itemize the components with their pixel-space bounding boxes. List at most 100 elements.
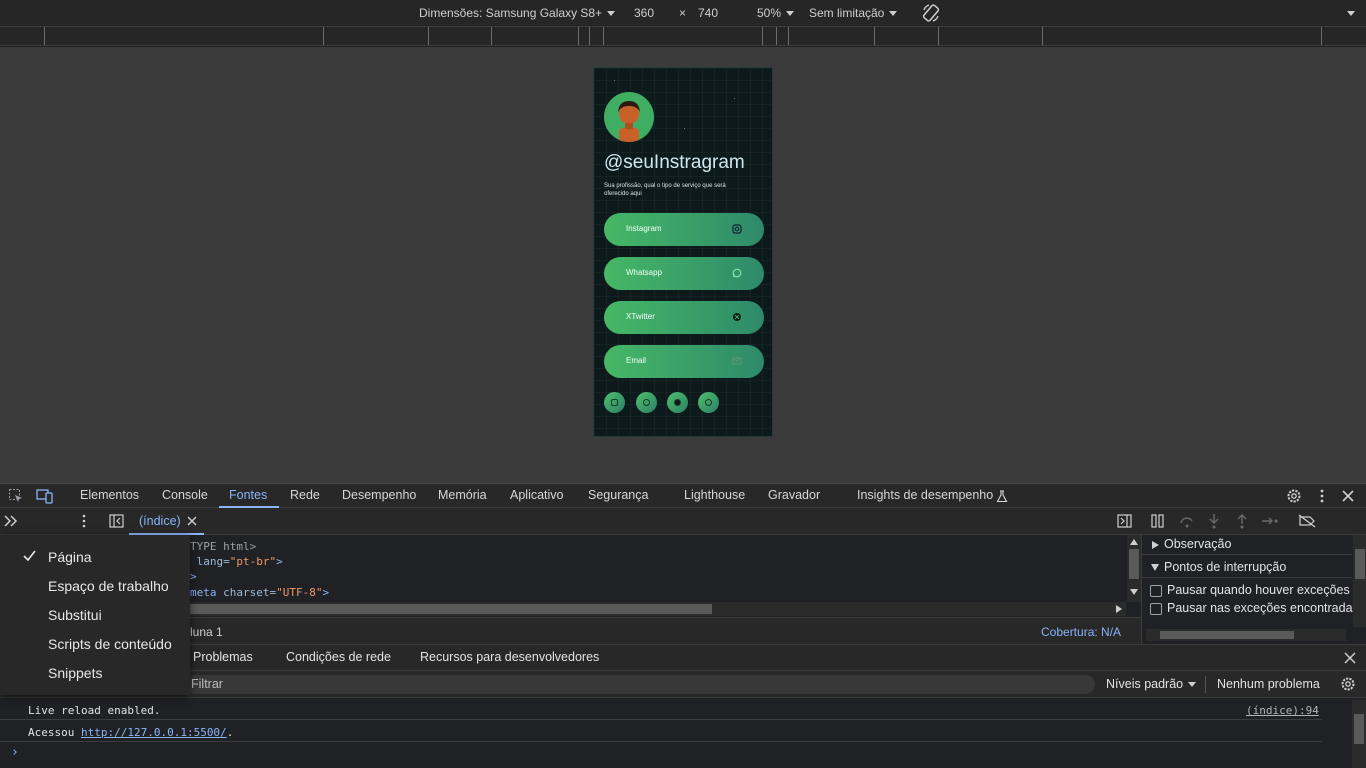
console-settings-icon[interactable] (1340, 676, 1356, 692)
throttle-label: Sem limitação (809, 6, 885, 20)
social-email-button[interactable] (698, 392, 719, 413)
file-tab-indice[interactable]: (índice) (129, 508, 204, 535)
message-suffix: . (226, 726, 234, 739)
chevron-down-icon (1188, 682, 1197, 688)
email-link-button[interactable]: Email (604, 345, 764, 378)
tab-fontes[interactable]: Fontes (229, 488, 267, 502)
tab-insights[interactable]: Insights de desempenho (857, 488, 993, 502)
breakpoints-label: Pontos de interrupção (1164, 560, 1287, 574)
breakpoints-section[interactable]: Pontos de interrupção (1142, 556, 1352, 578)
console-url-link[interactable]: http://127.0.0.1:5500/ (81, 726, 227, 739)
tab-memoria[interactable]: Memória (438, 488, 487, 502)
horizontal-scrollbar[interactable] (1146, 629, 1346, 641)
deactivate-breakpoints-icon[interactable] (1298, 514, 1316, 528)
device-toggle-icon[interactable] (36, 488, 54, 504)
scrollbar-thumb[interactable] (1354, 714, 1364, 744)
tab-gravador[interactable]: Gravador (768, 488, 820, 502)
console-message: Live reload enabled. (índice):94 (0, 698, 1322, 720)
toggle-debugger-icon[interactable] (1117, 514, 1132, 528)
settings-gear-icon[interactable] (1286, 488, 1302, 504)
levels-label: Níveis padrão (1106, 677, 1184, 691)
scrollbar-thumb[interactable] (190, 604, 712, 614)
log-levels-select[interactable]: Níveis padrão (1106, 677, 1197, 691)
step-out-icon (1237, 514, 1247, 529)
zoom-label: 50% (757, 6, 782, 20)
watch-section[interactable]: Observação (1142, 535, 1352, 555)
tab-desempenho[interactable]: Desempenho (342, 488, 416, 502)
code-line-1: TYPE html> (190, 540, 257, 553)
pause-caught-checkbox[interactable] (1150, 603, 1162, 615)
device-select[interactable]: Dimensões: Samsung Galaxy S8+ (419, 6, 616, 20)
height-input[interactable]: 740 (698, 6, 718, 20)
social-x-button[interactable] (667, 392, 688, 413)
close-drawer-icon[interactable] (1344, 652, 1356, 664)
instagram-icon (611, 399, 618, 406)
pause-uncaught-checkbox[interactable] (1150, 585, 1162, 597)
close-devtools-icon[interactable] (1341, 489, 1355, 503)
vertical-scrollbar[interactable] (1353, 535, 1366, 627)
button-label: Email (626, 356, 647, 365)
double-chevron-right-icon[interactable] (3, 514, 19, 528)
menu-item-scripts-conteudo[interactable]: Scripts de conteúdo (48, 636, 172, 652)
chevron-down-icon (786, 11, 795, 17)
drawer-tab-problemas[interactable]: Problemas (193, 650, 253, 664)
tab-seguranca[interactable]: Segurança (588, 488, 648, 502)
button-label: Whatsapp (626, 268, 663, 277)
checkmark-icon (23, 550, 36, 561)
vertical-scrollbar[interactable] (1352, 700, 1366, 768)
kebab-menu-icon[interactable] (80, 514, 88, 528)
instagram-link-button[interactable]: Instagram (604, 213, 764, 246)
rotate-icon[interactable] (921, 3, 941, 23)
social-whatsapp-button[interactable] (636, 392, 657, 413)
console-message-text: Acessou http://127.0.0.1:5500/. (28, 726, 233, 739)
tab-lighthouse[interactable]: Lighthouse (684, 488, 745, 502)
step-icon (1262, 517, 1278, 525)
drawer-tab-condicoes-rede[interactable]: Condições de rede (286, 650, 391, 664)
scrollbar-thumb[interactable] (1129, 549, 1139, 579)
chevron-down-icon (889, 11, 898, 17)
profile-bio: Sua profissão, qual o tipo de serviço qu… (604, 183, 726, 197)
console-toolbar: Filtrar Níveis padrão Nenhum problema (0, 671, 1366, 698)
step-into-icon (1209, 514, 1219, 529)
inspect-element-icon[interactable] (8, 488, 24, 504)
close-tab-icon[interactable] (187, 516, 197, 526)
issues-count[interactable]: Nenhum problema (1217, 677, 1320, 691)
navigator-menu: Página Espaço de trabalho Substitui Scri… (0, 535, 190, 695)
social-instagram-button[interactable] (604, 392, 625, 413)
zoom-select[interactable]: 50% (757, 6, 795, 20)
console-filter-input[interactable]: Filtrar (185, 675, 1095, 694)
tab-aplicativo[interactable]: Aplicativo (510, 488, 564, 502)
horizontal-scrollbar[interactable] (190, 602, 1126, 616)
kebab-menu-icon[interactable] (1316, 488, 1328, 504)
scrollbar-thumb[interactable] (1355, 549, 1365, 579)
menu-item-snippets[interactable]: Snippets (48, 665, 102, 681)
vertical-scrollbar[interactable] (1127, 535, 1141, 602)
coverage-status[interactable]: Cobertura: N/A (1041, 625, 1121, 639)
xtwitter-link-button[interactable]: XTwitter (604, 301, 764, 334)
tab-console[interactable]: Console (162, 488, 208, 502)
scroll-right-icon[interactable] (1116, 605, 1122, 613)
email-icon (732, 357, 742, 365)
code-attr: charset= (216, 586, 277, 599)
scroll-down-icon[interactable] (1130, 589, 1138, 595)
whatsapp-icon (732, 268, 742, 278)
more-options-icon[interactable] (1347, 11, 1355, 16)
toggle-navigator-icon[interactable] (109, 514, 124, 528)
code-value: "UTF-8" (276, 586, 323, 599)
expand-down-icon (1151, 564, 1159, 571)
cursor-position: luna 1 (190, 625, 223, 639)
scrollbar-thumb[interactable] (1160, 631, 1294, 639)
scroll-up-icon[interactable] (1130, 539, 1138, 545)
tab-rede[interactable]: Rede (290, 488, 320, 502)
menu-item-substitui[interactable]: Substitui (48, 607, 102, 623)
menu-item-pagina[interactable]: Página (48, 549, 92, 565)
console-prompt[interactable]: › (11, 745, 19, 760)
source-link[interactable]: (índice):94 (1246, 704, 1319, 717)
whatsapp-link-button[interactable]: Whatsapp (604, 257, 764, 290)
pause-icon[interactable] (1151, 514, 1165, 528)
throttle-select[interactable]: Sem limitação (809, 6, 898, 20)
drawer-tab-recursos[interactable]: Recursos para desenvolvedores (420, 650, 599, 664)
width-input[interactable]: 360 (634, 6, 654, 20)
menu-item-espaco-trabalho[interactable]: Espaço de trabalho (48, 578, 169, 594)
tab-elementos[interactable]: Elementos (80, 488, 139, 502)
